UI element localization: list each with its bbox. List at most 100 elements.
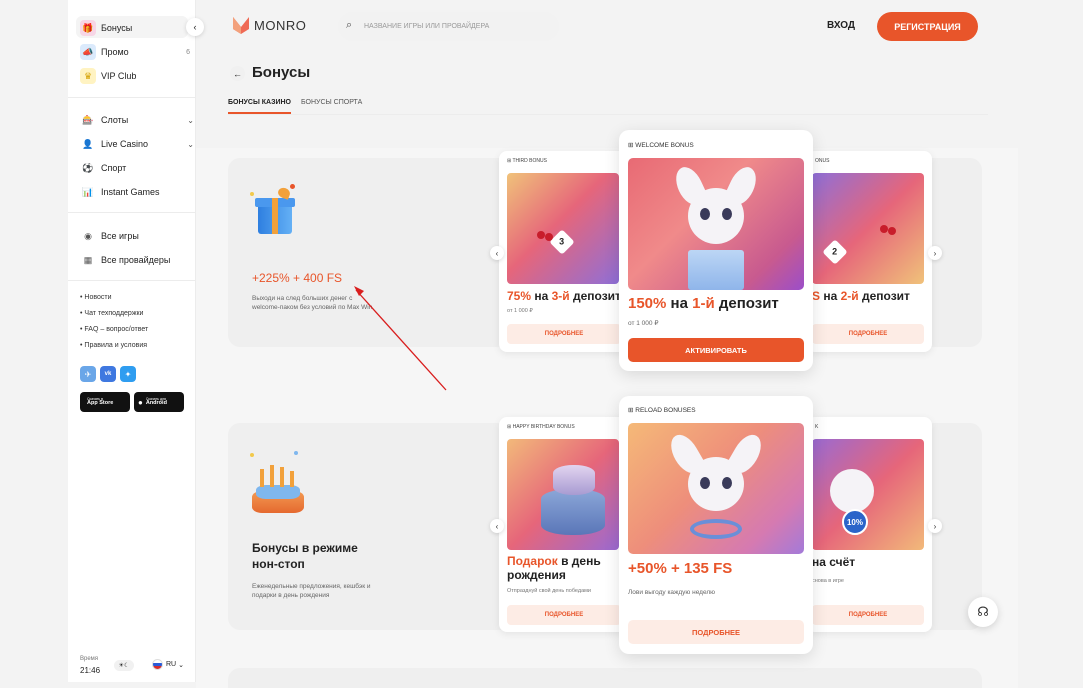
- cake-icon: [248, 449, 308, 517]
- more-button[interactable]: ПОДРОБНЕЕ: [812, 605, 924, 625]
- carousel-prev-button[interactable]: ‹: [490, 519, 504, 533]
- card-title: +50% + 135 FS: [628, 560, 733, 577]
- language-select[interactable]: RU ⌄: [152, 659, 184, 670]
- more-button[interactable]: ПОДРОБНЕЕ: [812, 324, 924, 344]
- carousel-prev-button[interactable]: ‹: [490, 246, 504, 260]
- sidebar-item-instant-games[interactable]: 📊 Instant Games: [80, 181, 190, 203]
- title-part: 150%: [628, 295, 667, 312]
- card-subtitle: Лови выгоду каждую неделю: [628, 589, 716, 596]
- twitter-icon[interactable]: ✦: [120, 366, 136, 382]
- link-label: Правила и условия: [84, 342, 148, 349]
- chevron-left-icon: ‹: [495, 248, 499, 258]
- badge-text: 3: [559, 236, 565, 247]
- badge: 2: [822, 239, 848, 265]
- badge-text: 10%: [846, 517, 863, 527]
- android-button[interactable]: ● Скачать для Android: [134, 392, 184, 412]
- activate-button[interactable]: АКТИВИРОВАТЬ: [628, 338, 804, 362]
- sidebar-item-all-providers[interactable]: ▦ Все провайдеры: [80, 249, 190, 271]
- sidebar-item-promo[interactable]: 📣 Промо 6: [80, 41, 190, 63]
- sidebar-item-all-games[interactable]: ◉ Все игры: [80, 225, 190, 247]
- app-store-button[interactable]: Скачать в App Store: [80, 392, 130, 412]
- promo-icon: 📣: [80, 44, 96, 60]
- title-part: 75%: [507, 289, 532, 303]
- social-links: ✈ vk ✦: [80, 366, 136, 382]
- sidebar-item-bonuses[interactable]: 🎁 Бонусы: [80, 17, 190, 39]
- title-part: депозит: [858, 289, 910, 303]
- promo-count: 6: [186, 48, 190, 56]
- link-news[interactable]: • Новости: [80, 294, 148, 310]
- login-button[interactable]: ВХОД: [827, 20, 855, 31]
- bonus-card-third[interactable]: ⊞ THIRD BONUS 3 75% на 3-й депозит от 1 …: [499, 151, 629, 352]
- cherry-icon: [545, 233, 553, 241]
- bonus-card-birthday[interactable]: ⊞ HAPPY BIRTHDAY BONUS Подарок в день ро…: [499, 417, 629, 632]
- sidebar-item-label: VIP Club: [101, 71, 137, 81]
- sidebar-item-live-casino[interactable]: 👤 Live Casino ⌄: [80, 133, 194, 155]
- link-support-chat[interactable]: • Чат техподдержки: [80, 310, 148, 326]
- flag-ru-icon: [152, 659, 163, 670]
- tab-casino-bonuses[interactable]: БОНУСЫ КАЗИНО: [228, 99, 291, 106]
- register-button[interactable]: РЕГИСТРАЦИЯ: [877, 12, 978, 41]
- fox-mascot-icon: [830, 469, 874, 513]
- sidebar-item-label: Спорт: [101, 163, 127, 173]
- vk-icon[interactable]: vk: [100, 366, 116, 382]
- chart-icon: 📊: [82, 186, 94, 197]
- title-part: депозит: [714, 295, 779, 312]
- sidebar-item-vip[interactable]: ♛ VIP Club: [80, 65, 190, 87]
- carousel-next-button[interactable]: ›: [928, 246, 942, 260]
- link-rules[interactable]: • Правила и условия: [80, 342, 148, 358]
- card-image: 2: [812, 173, 924, 284]
- chevron-down-icon: ⌄: [178, 661, 184, 669]
- more-button[interactable]: ПОДРОБНЕЕ: [507, 605, 621, 625]
- bonus-card-reload[interactable]: ⊞ RELOAD BONUSES +50% + 135 FS Лови выго…: [619, 396, 813, 654]
- title-part: на: [531, 289, 552, 303]
- telegram-icon[interactable]: ✈: [80, 366, 96, 382]
- collapse-sidebar-button[interactable]: ‹: [186, 18, 204, 36]
- bonus-card-welcome[interactable]: ⊞ WELCOME BONUS 150% на 1-й депозит от 1…: [619, 130, 813, 371]
- sidebar-item-sport[interactable]: ⚽ Спорт: [80, 157, 190, 179]
- gift-box-icon: [246, 184, 306, 248]
- badge-text: 2: [832, 246, 838, 257]
- link-label: Новости: [84, 294, 112, 301]
- time-label: Время: [80, 656, 99, 662]
- back-button[interactable]: ←: [230, 66, 245, 81]
- card-image: 10%: [812, 439, 924, 550]
- sidebar-item-slots[interactable]: 🎰 Слоты ⌄: [80, 109, 194, 131]
- sidebar-item-label: Live Casino: [101, 139, 149, 149]
- card-image: [628, 423, 804, 554]
- card-image: [628, 158, 804, 290]
- crown-icon: ♛: [80, 68, 96, 84]
- logo[interactable]: MONRO: [232, 15, 306, 35]
- title-part: 2-й: [840, 289, 859, 303]
- cherry-icon: [888, 227, 896, 235]
- support-chat-button[interactable]: ☊: [968, 597, 998, 627]
- bonus-card-cashback[interactable]: K 10% на счёт снова в игре ПОДРОБНЕЕ: [807, 417, 932, 632]
- bonus-card-second[interactable]: ONUS 2 S на 2-й депозит ПОДРОБНЕЕ: [807, 151, 932, 352]
- sidebar-item-label: Промо: [101, 47, 129, 57]
- card-label: ONUS: [815, 158, 829, 164]
- title-part: S: [812, 289, 821, 303]
- sidebar: 🎁 Бонусы ‹ 📣 Промо 6 ♛ VIP Club 🎰 Слоты …: [68, 0, 204, 682]
- divider: [68, 280, 196, 281]
- card-title: S на 2-й депозит: [812, 289, 910, 303]
- more-button[interactable]: ПОДРОБНЕЕ: [628, 620, 804, 644]
- divider: [68, 97, 196, 98]
- cherry-icon: [537, 231, 545, 239]
- title-part: 1-й: [692, 295, 715, 312]
- sidebar-item-label: Все провайдеры: [101, 255, 171, 265]
- birthday-cake-icon: [541, 489, 605, 535]
- carousel-next-button[interactable]: ›: [928, 519, 942, 533]
- card-label-text: K: [815, 424, 819, 430]
- link-faq[interactable]: • FAQ – вопрос/ответ: [80, 326, 148, 342]
- search-input[interactable]: ⌕ НАЗВАНИЕ ИГРЫ ИЛИ ПРОВАЙДЕРА: [338, 12, 559, 41]
- card-subtitle: от 1 000 ₽: [507, 308, 533, 314]
- headset-icon: ☊: [977, 604, 989, 619]
- sidebar-item-label: Все игры: [101, 231, 139, 241]
- link-label: FAQ – вопрос/ответ: [84, 326, 149, 333]
- theme-toggle[interactable]: ☀☾: [114, 660, 134, 671]
- logo-icon: [233, 17, 249, 34]
- card-title: 150% на 1-й депозит: [628, 295, 779, 312]
- card-subtitle: от 1 000 ₽: [628, 320, 659, 327]
- tab-sport-bonuses[interactable]: БОНУСЫ СПОРТА: [301, 99, 362, 106]
- card-image: [507, 439, 619, 550]
- more-button[interactable]: ПОДРОБНЕЕ: [507, 324, 621, 344]
